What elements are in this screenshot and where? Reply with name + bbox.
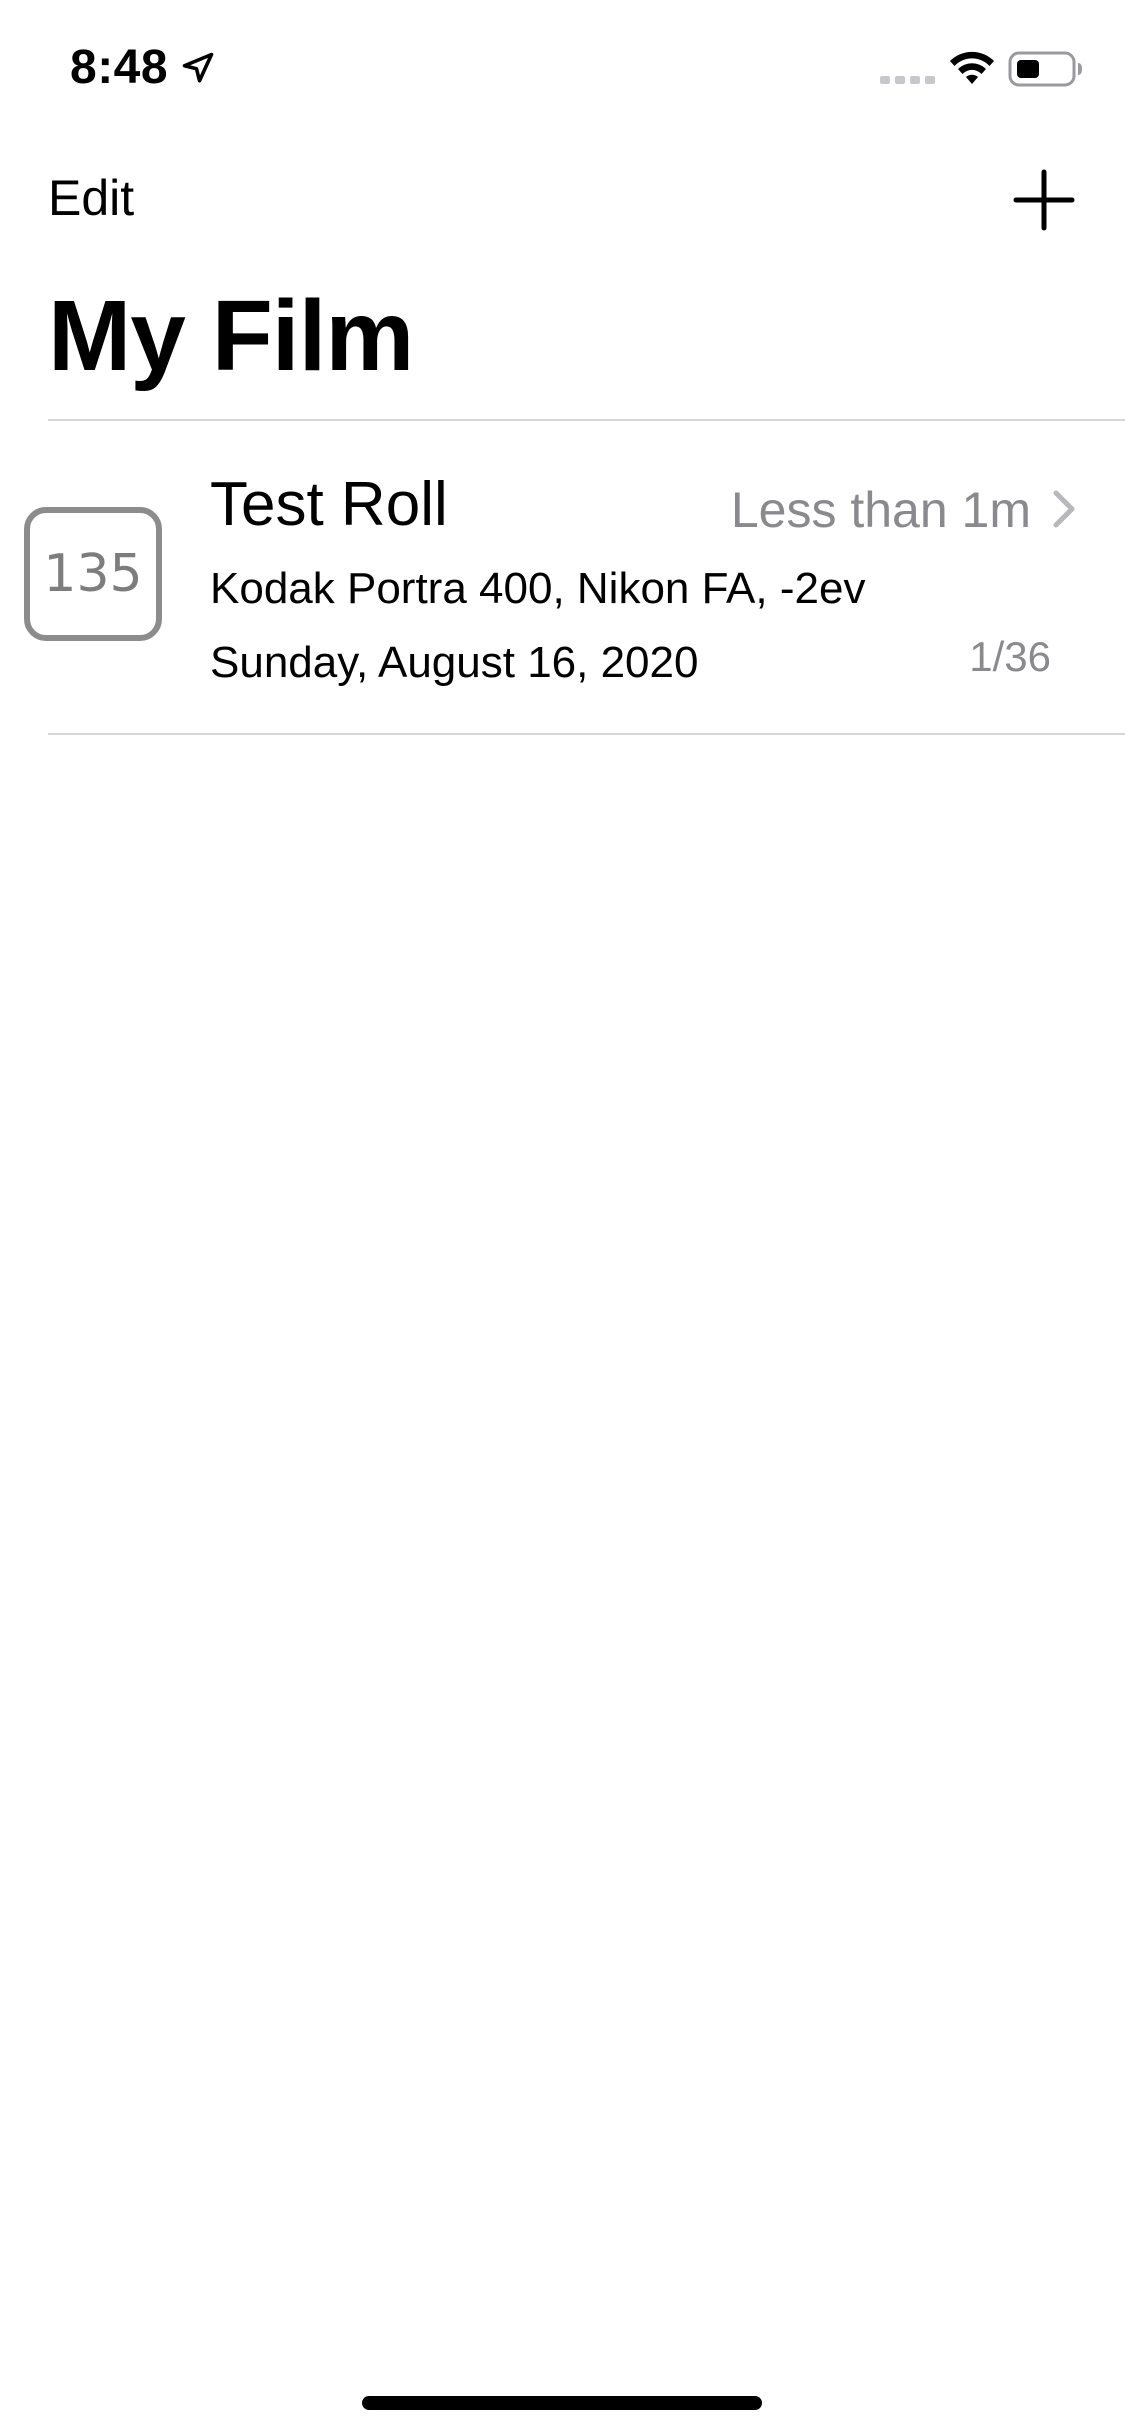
cellular-signal-icon <box>880 76 935 84</box>
wifi-icon <box>950 51 994 84</box>
roll-date: Sunday, August 16, 2020 <box>210 638 699 687</box>
status-time: 8:48 <box>70 41 169 94</box>
divider <box>48 733 1125 735</box>
roll-frame-count: 1/36 <box>969 633 1051 680</box>
film-format-badge: 135 <box>24 507 162 641</box>
location-arrow-icon <box>182 52 214 83</box>
roll-elapsed-time: Less than 1m <box>730 482 1031 538</box>
add-icon[interactable] <box>1012 168 1076 232</box>
status-bar: 8:48 <box>0 0 1125 132</box>
home-indicator[interactable] <box>362 2396 762 2410</box>
page-title: My Film <box>48 280 414 392</box>
film-roll-row[interactable]: 135 Test Roll Less than 1m Kodak Portra … <box>0 421 1125 733</box>
chevron-right-icon <box>1053 490 1075 528</box>
battery-icon <box>1008 51 1082 87</box>
roll-title: Test Roll <box>210 470 448 539</box>
edit-button[interactable]: Edit <box>48 168 134 228</box>
app-screen: 8:48 Edit My Film 135 Test Roll Less tha… <box>0 0 1125 2436</box>
roll-details: Kodak Portra 400, Nikon FA, -2ev <box>210 564 866 613</box>
